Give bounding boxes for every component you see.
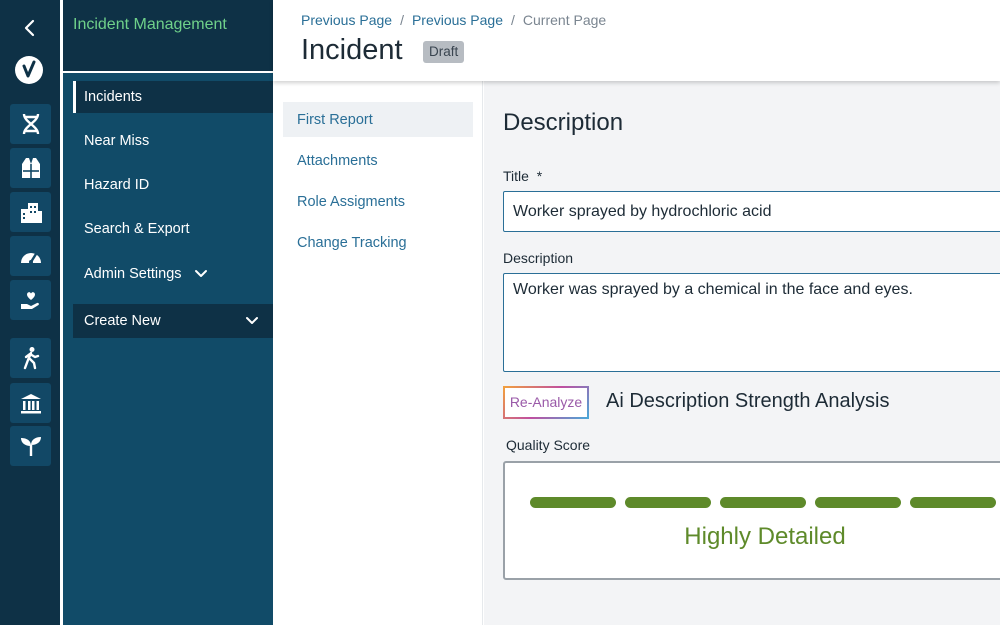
breadcrumb-current: Current Page [522, 12, 607, 28]
status-badge: Draft [423, 41, 465, 63]
page-header: Previous Page / Previous Page / Current Page… [273, 0, 1000, 81]
sidebar-item-near-miss[interactable]: Near Miss [73, 125, 273, 157]
sidebar-item-label: Admin Settings [84, 266, 182, 282]
module-title: Incident Management [73, 16, 227, 33]
title-label: Title * [503, 168, 542, 184]
ai-analysis-title: Ai Description Strength Analysis [606, 390, 890, 412]
title-input[interactable]: Worker sprayed by hydrochloric acid [503, 191, 1000, 232]
back-chevron-icon[interactable] [18, 16, 42, 40]
tab-label: First Report [297, 111, 373, 128]
create-new-button[interactable]: Create New [73, 304, 273, 338]
quality-score-text: Highly Detailed [684, 523, 846, 550]
sidebar-item-label: Search & Export [84, 221, 190, 237]
section-heading: Description [503, 109, 624, 136]
breadcrumb-separator: / [511, 12, 515, 28]
description-textarea[interactable]: Worker was sprayed by a chemical in the … [503, 273, 1000, 372]
quality-score-label: Quality Score [506, 437, 591, 453]
bank-building-icon[interactable] [10, 383, 51, 423]
breadcrumb-link[interactable]: Previous Page [412, 12, 503, 28]
sidebar-item-label: Near Miss [84, 133, 150, 149]
sidebar-item-label: Incidents [84, 89, 143, 105]
sprout-icon[interactable] [10, 426, 51, 466]
quality-score-segment [530, 497, 616, 508]
tab-role-assignments[interactable]: Role Assigments [283, 184, 473, 219]
sidebar-item-search-export[interactable]: Search & Export [73, 213, 273, 245]
tab-label: Role Assigments [297, 193, 405, 210]
tab-label: Change Tracking [297, 234, 407, 251]
chevron-down-icon [245, 314, 259, 330]
description-label: Description [503, 250, 574, 266]
quality-score-segment [625, 497, 711, 508]
dna-icon[interactable] [10, 104, 51, 144]
nav-divider [63, 71, 273, 73]
breadcrumb-link[interactable]: Previous Page [301, 12, 392, 28]
main-content: Description Title * Worker sprayed by hy… [484, 81, 1000, 625]
section-tabs: First Report Attachments Role Assigments… [273, 81, 483, 625]
safety-vest-icon[interactable] [10, 148, 51, 188]
title-label-text: Title [503, 168, 529, 184]
quality-score-panel: Highly Detailed [503, 461, 1000, 580]
quality-score-segment [910, 497, 996, 508]
tab-label: Attachments [297, 152, 378, 169]
breadcrumb: Previous Page / Previous Page / Current Page [301, 12, 606, 28]
tab-attachments[interactable]: Attachments [283, 143, 473, 178]
sidebar-nav: Incident Management Incidents Near Miss … [63, 0, 273, 625]
sidebar-item-hazard-id[interactable]: Hazard ID [73, 169, 273, 201]
nav-header: Incident Management [63, 0, 273, 71]
heart-hand-icon[interactable] [10, 280, 51, 320]
required-mark: * [536, 168, 543, 184]
sidebar-item-incidents[interactable]: Incidents [73, 81, 273, 113]
icon-rail [0, 0, 60, 625]
sidebar-item-admin-settings[interactable]: Admin Settings [73, 258, 273, 290]
tab-first-report[interactable]: First Report [283, 102, 473, 137]
gauge-icon[interactable] [10, 236, 51, 276]
quality-score-segment [815, 497, 901, 508]
reanalyze-button[interactable]: Re-Analyze [503, 386, 589, 419]
page-title: Incident [301, 34, 403, 66]
breadcrumb-separator: / [400, 12, 404, 28]
tab-change-tracking[interactable]: Change Tracking [283, 225, 473, 260]
checkmark-logo-icon[interactable] [15, 56, 43, 84]
create-new-label: Create New [84, 313, 161, 329]
walking-person-icon[interactable] [10, 338, 51, 378]
chevron-down-icon [194, 269, 208, 279]
sidebar-item-label: Hazard ID [84, 177, 150, 193]
quality-score-segment [720, 497, 806, 508]
buildings-icon[interactable] [10, 192, 51, 232]
